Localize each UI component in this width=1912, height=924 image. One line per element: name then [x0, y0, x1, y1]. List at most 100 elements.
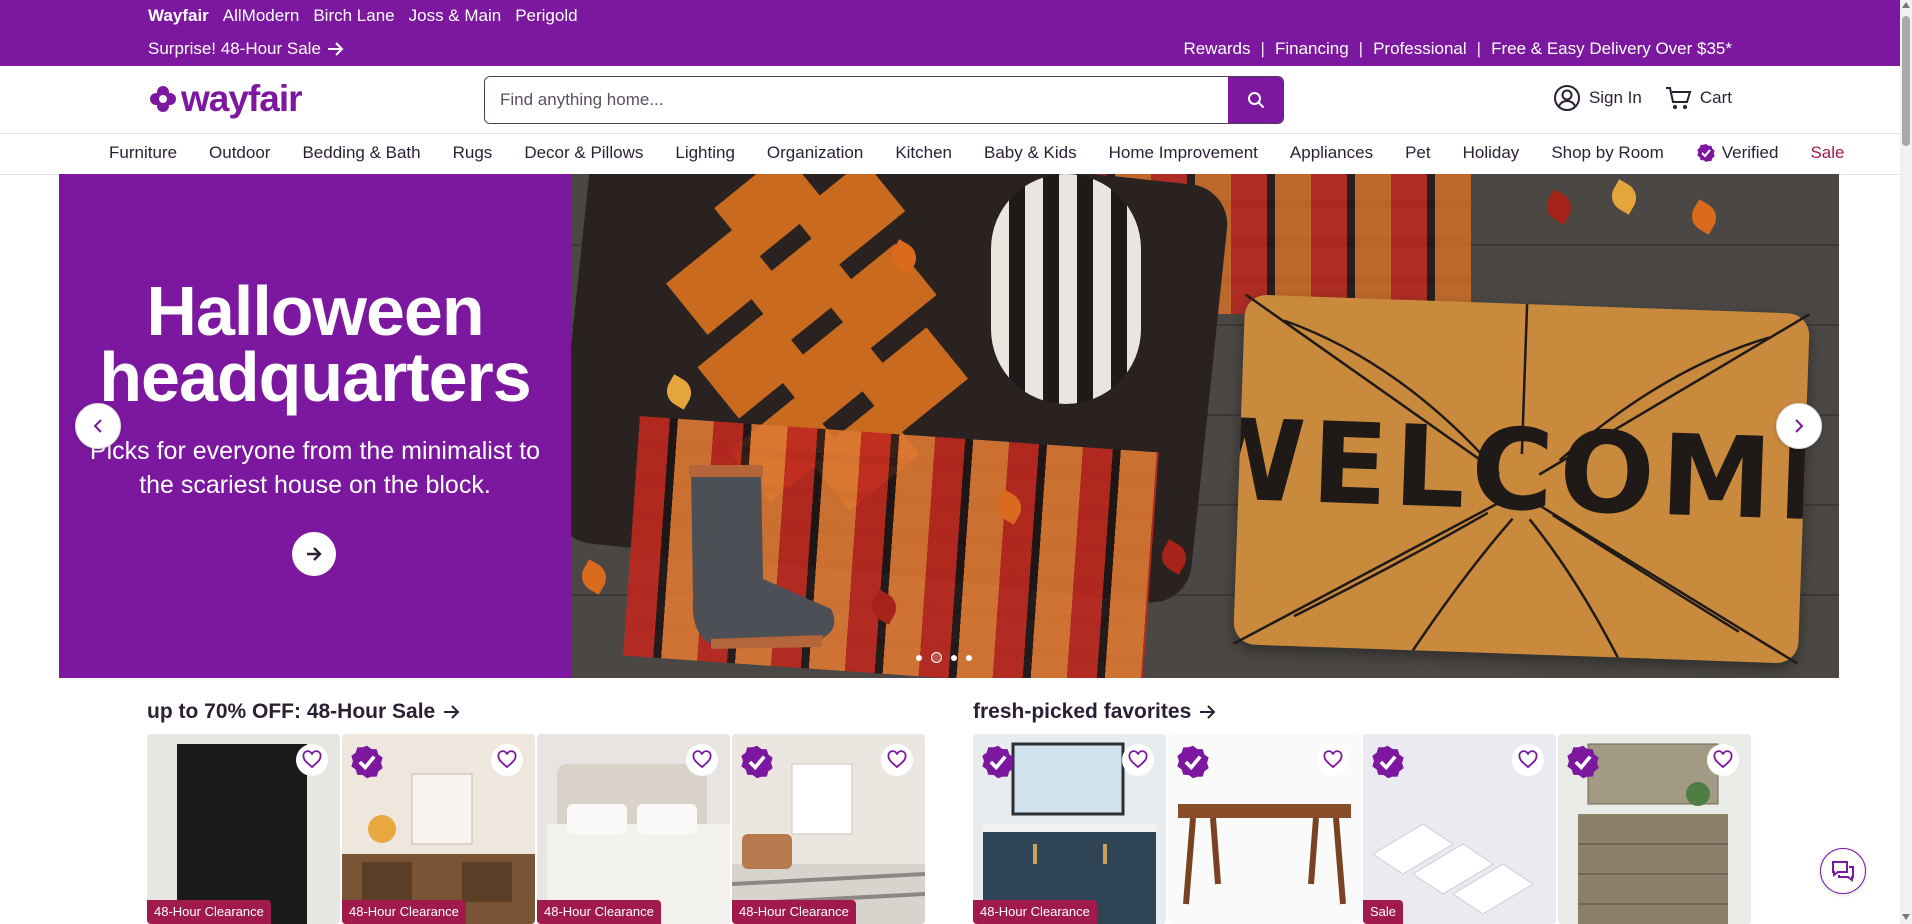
- striped-pumpkin: [991, 174, 1141, 404]
- section-title-fresh-picked[interactable]: fresh-picked favorites: [973, 700, 1217, 724]
- nav-item-organization[interactable]: Organization: [767, 143, 863, 163]
- favorite-button[interactable]: [1512, 744, 1544, 776]
- favorite-button[interactable]: [1707, 744, 1739, 776]
- carousel-dot[interactable]: [951, 654, 957, 661]
- product-card[interactable]: 48-Hour Clearance: [537, 734, 730, 924]
- search-bar: [484, 76, 1284, 124]
- product-tag: 48-Hour Clearance: [537, 900, 661, 924]
- section-title-label: up to 70% OFF: 48-Hour Sale: [147, 700, 436, 723]
- carousel-dot-active[interactable]: [931, 652, 942, 663]
- heart-icon: [1518, 750, 1538, 769]
- heart-icon: [1323, 750, 1343, 769]
- favorite-button[interactable]: [296, 744, 328, 776]
- product-card[interactable]: 48-Hour Clearance: [732, 734, 925, 924]
- product-card[interactable]: 48-Hour Clearance: [973, 734, 1166, 924]
- favorite-button[interactable]: [686, 744, 718, 776]
- rain-boot-image: [689, 465, 835, 649]
- separator: |: [1260, 39, 1265, 58]
- logo-wordmark: wayfair: [181, 78, 303, 119]
- nav-item-shop-by-room[interactable]: Shop by Room: [1551, 143, 1663, 163]
- sign-in-label: Sign In: [1588, 88, 1642, 107]
- product-tag: 48-Hour Clearance: [973, 900, 1097, 924]
- hero-title-line2: headquarters: [99, 338, 531, 416]
- nav-item-furniture[interactable]: Furniture: [109, 143, 177, 163]
- hero-cta-button[interactable]: [292, 532, 336, 576]
- hero-title: Halloween headquarters: [59, 272, 571, 416]
- mat-welcome-text: WELCOME: [1233, 394, 1810, 548]
- professional-link[interactable]: Professional: [1373, 39, 1467, 59]
- rewards-link[interactable]: Rewards: [1183, 39, 1250, 59]
- brand-link-allmodern[interactable]: AllModern: [223, 6, 300, 26]
- nav-item-rugs[interactable]: Rugs: [453, 143, 493, 163]
- product-tag: Sale: [1363, 900, 1404, 924]
- product-card[interactable]: [1558, 734, 1751, 924]
- product-tag: 48-Hour Clearance: [732, 900, 856, 924]
- brand-link-joss-main[interactable]: Joss & Main: [409, 6, 502, 26]
- verified-badge-icon: [982, 745, 1014, 779]
- arrow-right-icon: [327, 42, 344, 56]
- brand-link-perigold[interactable]: Perigold: [515, 6, 577, 26]
- promo-link[interactable]: Surprise! 48-Hour Sale: [148, 39, 345, 59]
- search-input[interactable]: [485, 77, 1228, 123]
- financing-link[interactable]: Financing: [1275, 39, 1349, 59]
- welcome-doormat: WELCOME: [1233, 294, 1810, 664]
- product-card[interactable]: Sale: [1363, 734, 1556, 924]
- product-tag: 48-Hour Clearance: [342, 900, 466, 924]
- carousel-dot[interactable]: [916, 654, 922, 661]
- nav-item-holiday[interactable]: Holiday: [1463, 143, 1520, 163]
- product-card[interactable]: 48-Hour Clearance: [342, 734, 535, 924]
- arrow-right-icon: [444, 705, 460, 719]
- favorite-button[interactable]: [1122, 744, 1154, 776]
- product-card[interactable]: [1168, 734, 1361, 924]
- separator: |: [1476, 39, 1482, 58]
- verified-badge-icon: [1697, 144, 1715, 162]
- nav-item-baby-kids[interactable]: Baby & Kids: [984, 143, 1077, 163]
- spiderweb-welcome-graphic: WELCOME: [1233, 294, 1810, 664]
- favorite-button[interactable]: [881, 744, 913, 776]
- page-scrollbar[interactable]: [1900, 0, 1912, 924]
- brand-link-birch-lane[interactable]: Birch Lane: [313, 6, 394, 26]
- search-icon: [1247, 92, 1264, 109]
- user-icon: [1553, 85, 1580, 111]
- nav-item-kitchen[interactable]: Kitchen: [895, 143, 952, 163]
- hero-title-line1: Halloween: [146, 272, 484, 350]
- search-button[interactable]: [1228, 77, 1283, 123]
- nav-item-decor-pillows[interactable]: Decor & Pillows: [524, 143, 643, 163]
- product-tag: 48-Hour Clearance: [147, 900, 271, 924]
- wayfair-logo[interactable]: wayfair: [149, 78, 303, 120]
- hero-subtitle: Picks for everyone from the minimalist t…: [89, 437, 541, 499]
- chevron-left-icon: [93, 419, 102, 433]
- scroll-down-arrow[interactable]: [1902, 914, 1910, 920]
- verified-badge-icon: [1567, 745, 1599, 779]
- product-card[interactable]: 48-Hour Clearance: [147, 734, 340, 924]
- carousel-dot[interactable]: [966, 654, 972, 661]
- nav-item-appliances[interactable]: Appliances: [1290, 143, 1373, 163]
- brand-link-wayfair[interactable]: Wayfair: [148, 6, 209, 26]
- chat-button[interactable]: [1820, 848, 1866, 894]
- free-delivery-link[interactable]: Free & Easy Delivery Over $35*: [1491, 39, 1732, 59]
- scroll-up-arrow[interactable]: [1902, 2, 1910, 8]
- favorite-button[interactable]: [1317, 744, 1349, 776]
- nav-item-sale[interactable]: Sale: [1810, 143, 1844, 163]
- heart-icon: [1713, 750, 1733, 769]
- nav-item-outdoor[interactable]: Outdoor: [209, 143, 270, 163]
- favorite-button[interactable]: [491, 744, 523, 776]
- wayfair-pinwheel-icon: [150, 86, 176, 112]
- cart-icon: [1665, 87, 1692, 109]
- cart-label: Cart: [1699, 88, 1732, 107]
- scrollbar-thumb[interactable]: [1902, 16, 1910, 146]
- nav-item-verified[interactable]: Verified: [1696, 143, 1778, 163]
- sign-in-button[interactable]: Sign In: [1553, 84, 1642, 112]
- top-brand-bar: Wayfair AllModern Birch Lane Joss & Main…: [0, 0, 1900, 66]
- hero-text-panel: Halloween headquarters Picks for everyon…: [59, 174, 571, 678]
- carousel-next-button[interactable]: [1776, 403, 1822, 449]
- section-title-48hr-sale[interactable]: up to 70% OFF: 48-Hour Sale: [147, 700, 461, 724]
- carousel-prev-button[interactable]: [75, 403, 121, 449]
- heart-icon: [497, 750, 517, 769]
- cart-button[interactable]: Cart: [1664, 84, 1732, 112]
- nav-item-home-improvement[interactable]: Home Improvement: [1109, 143, 1258, 163]
- heart-icon: [887, 750, 907, 769]
- nav-item-pet[interactable]: Pet: [1405, 143, 1431, 163]
- nav-item-bedding-bath[interactable]: Bedding & Bath: [302, 143, 420, 163]
- nav-item-lighting[interactable]: Lighting: [675, 143, 735, 163]
